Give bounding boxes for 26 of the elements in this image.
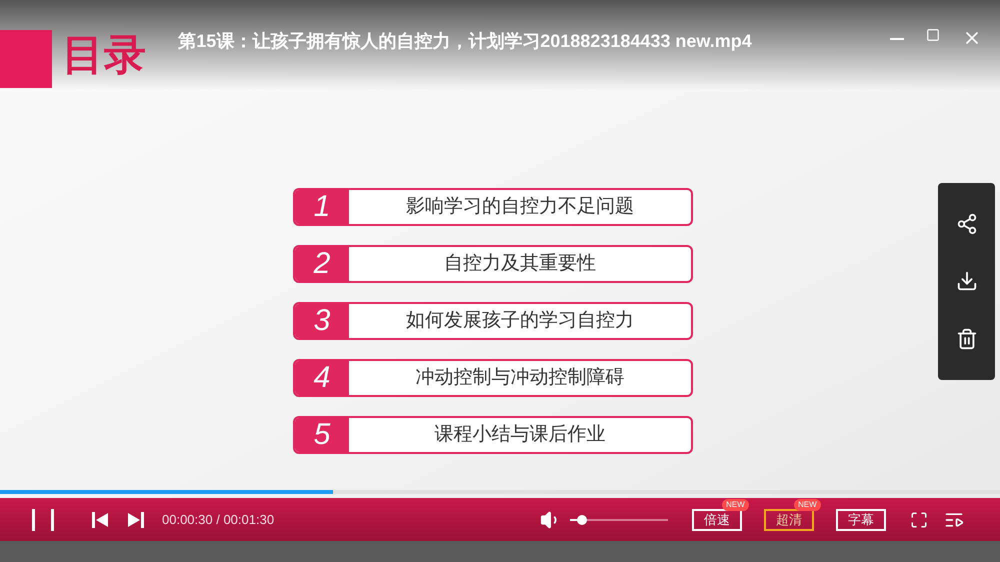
new-badge: NEW: [722, 498, 749, 510]
item-number: 3: [295, 304, 349, 338]
item-text: 自控力及其重要性: [443, 252, 597, 276]
share-button[interactable]: [956, 212, 978, 235]
time-display: 00:00:30 / 00:01:30: [162, 510, 274, 529]
pause-button[interactable]: [32, 508, 54, 532]
window-title: 第15课：让孩子拥有惊人的自控力，计划学习2018823184433 new.mp4: [178, 30, 752, 53]
delete-button[interactable]: [956, 328, 978, 350]
item-number: 2: [295, 247, 349, 281]
heading-accent: [0, 30, 52, 88]
item-text: 影响学习的自控力不足问题: [405, 194, 635, 219]
volume-thumb[interactable]: [576, 514, 587, 524]
new-badge: NEW: [794, 498, 821, 510]
download-button[interactable]: [956, 270, 978, 292]
item-text: 冲动控制与冲动控制障碍: [414, 366, 626, 390]
progress-track[interactable]: [0, 490, 1000, 494]
item-number: 5: [295, 418, 349, 452]
player-option-button[interactable]: 字幕: [836, 508, 886, 530]
item-text: 如何发展孩子的学习自控力: [405, 308, 635, 333]
fullscreen-button[interactable]: [910, 510, 928, 528]
item-text: 课程小结与课后作业: [434, 422, 606, 447]
previous-button[interactable]: [90, 510, 110, 530]
slide-heading: 目录: [62, 34, 146, 76]
item-number: 4: [295, 361, 349, 395]
item-number: 1: [295, 190, 349, 224]
next-button[interactable]: [126, 510, 146, 530]
